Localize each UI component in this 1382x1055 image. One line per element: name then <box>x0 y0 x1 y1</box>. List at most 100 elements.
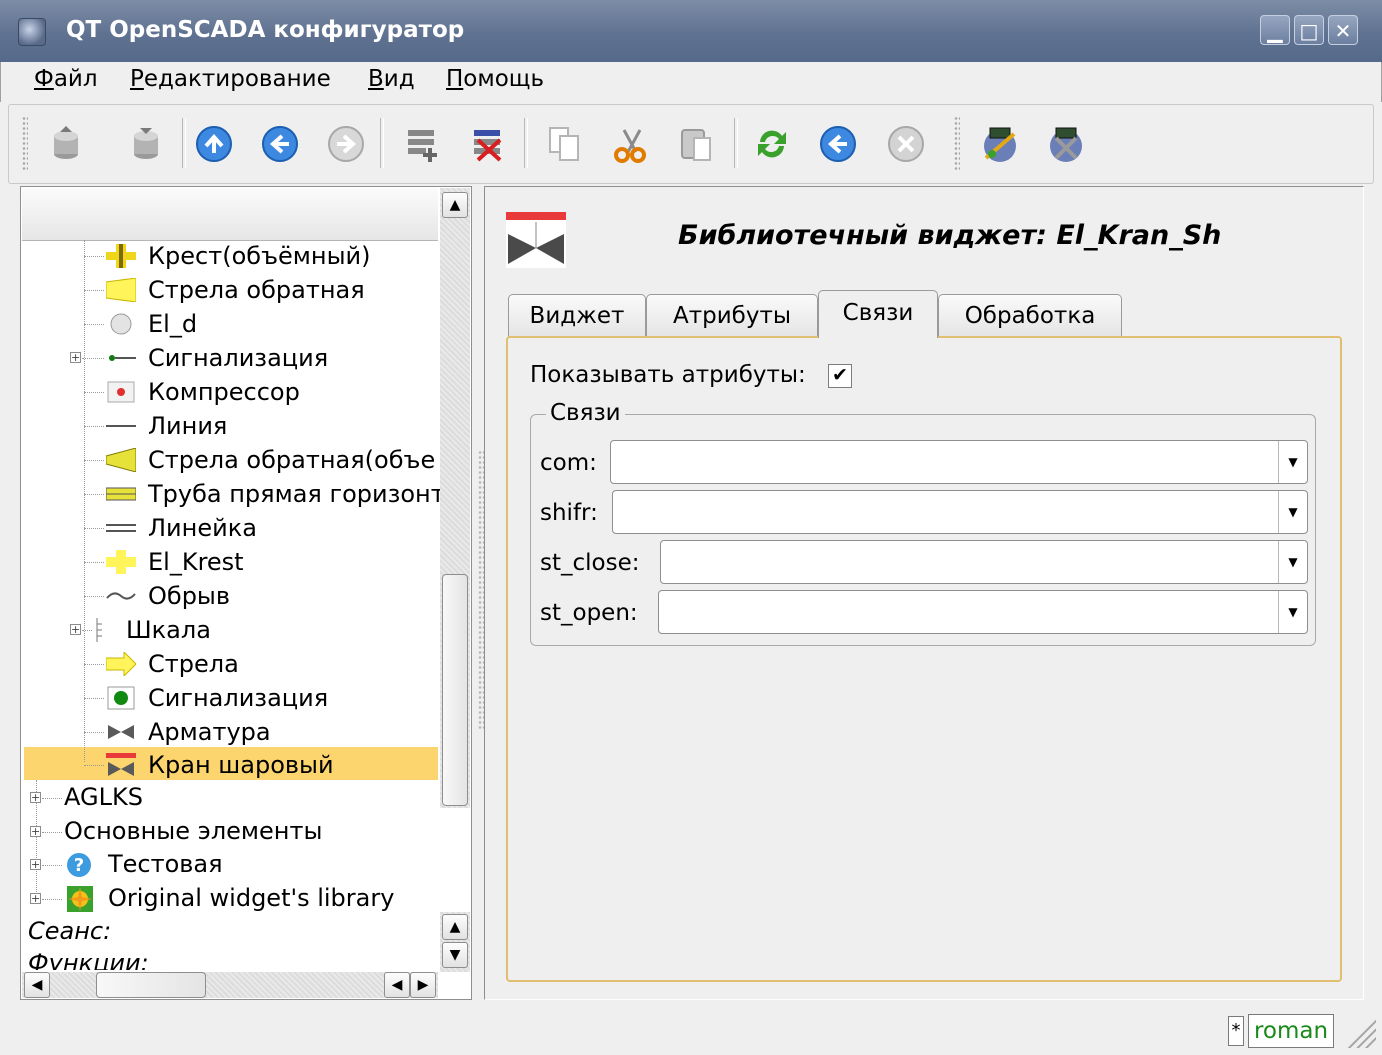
tree-expander[interactable]: + <box>30 826 41 837</box>
tree-item-label: Компрессор <box>148 378 300 406</box>
up-icon[interactable] <box>194 124 234 164</box>
scroll-right-button[interactable]: ▶ <box>410 972 436 998</box>
tree-item-label: Тестовая <box>108 850 223 878</box>
show-attributes-label: Показывать атрибуты: <box>530 362 806 388</box>
tree-item-label: Труба прямая горизонт <box>148 480 445 508</box>
scrollbar-handle[interactable] <box>442 574 468 806</box>
link-st-close-combo[interactable]: ▼ <box>660 540 1308 584</box>
toolbar-grip[interactable] <box>954 116 960 172</box>
widget-title: Библиотечный виджет: El_Kran_Sh <box>678 220 1222 251</box>
cross-icon <box>106 550 136 574</box>
close-button[interactable]: ✕ <box>1328 15 1358 45</box>
tree-item-label: Стрела <box>148 650 239 678</box>
menu-edit[interactable]: Редактирование <box>130 66 331 92</box>
add-item-icon[interactable] <box>402 124 442 164</box>
vision-editor-icon[interactable] <box>980 124 1020 164</box>
tab-processing[interactable]: Обработка <box>938 294 1122 338</box>
tree-expander[interactable]: + <box>30 792 41 803</box>
signal-line-icon <box>109 355 136 361</box>
tree-item-label: Крест(объёмный) <box>148 242 371 270</box>
link-label: shifr: <box>540 500 598 526</box>
show-attributes-checkbox[interactable]: ✔ <box>828 364 852 388</box>
help-icon: ? <box>67 853 91 877</box>
db-load-icon[interactable] <box>46 124 86 164</box>
menu-file[interactable]: Файл <box>34 66 98 92</box>
scroll-up-button[interactable]: ▲ <box>442 914 468 940</box>
chevron-down-icon[interactable]: ▼ <box>1278 541 1307 583</box>
link-label: st_open: <box>540 600 638 626</box>
toolbar-separator <box>380 118 384 168</box>
tree-section-session: Сеанс: <box>28 917 112 945</box>
stop-icon[interactable] <box>886 124 926 164</box>
link-com-combo[interactable]: ▼ <box>610 440 1308 484</box>
tree-section-functions: Функции: <box>28 949 149 970</box>
paste-icon[interactable] <box>676 124 716 164</box>
scale-icon <box>96 618 102 642</box>
cut-icon[interactable] <box>610 124 650 164</box>
svg-text:?: ? <box>74 855 84 876</box>
link-shifr-combo[interactable]: ▼ <box>612 490 1308 534</box>
tree-expander[interactable]: + <box>30 859 41 870</box>
menu-help[interactable]: Помощь <box>446 66 544 92</box>
link-st-open-combo[interactable]: ▼ <box>658 590 1308 634</box>
tree-guide-line <box>84 240 85 762</box>
scroll-down-button[interactable]: ▼ <box>442 942 468 968</box>
toolbar-separator <box>524 118 528 168</box>
toolbar-separator <box>734 118 738 168</box>
toolbar-separator <box>182 118 186 168</box>
user-indicator[interactable]: roman <box>1248 1014 1334 1048</box>
scroll-left-button[interactable]: ◀ <box>384 972 410 998</box>
chevron-down-icon[interactable]: ▼ <box>1278 591 1307 633</box>
scrollbar-handle[interactable] <box>96 972 206 998</box>
refresh-icon[interactable] <box>752 124 792 164</box>
tree-expander[interactable]: + <box>30 893 41 904</box>
tree-item-label: Original widget's library <box>108 884 395 912</box>
tab-widget[interactable]: Виджет <box>508 294 646 338</box>
tree-item-label: El_Krest <box>148 548 244 576</box>
copy-icon[interactable] <box>544 124 584 164</box>
tree-expander[interactable]: + <box>70 624 81 635</box>
tree-item-label: Кран шаровый <box>148 751 334 779</box>
window-title: QT OpenSCADA конфигуратор <box>66 17 465 43</box>
resize-grip[interactable] <box>1340 1012 1376 1048</box>
minimize-button[interactable]: ▁ <box>1260 15 1290 45</box>
chevron-down-icon[interactable]: ▼ <box>1278 441 1307 483</box>
pipe-icon <box>106 487 136 501</box>
tab-links[interactable]: Связи <box>818 290 938 338</box>
widget-icon <box>506 212 566 268</box>
reverse-arrow-3d-icon <box>106 448 136 472</box>
link-label: com: <box>540 450 597 476</box>
cross-3d-icon <box>106 244 136 268</box>
break-icon <box>106 592 136 600</box>
tree-item-label: Шкала <box>126 616 211 644</box>
compressor-icon <box>107 381 135 403</box>
signal-lamp-icon <box>107 686 135 710</box>
tree-item-label: Сигнализация <box>148 344 329 372</box>
start-icon[interactable] <box>818 124 858 164</box>
tab-attributes[interactable]: Атрибуты <box>646 294 818 338</box>
library-icon <box>67 886 93 912</box>
ruler-icon <box>106 524 136 532</box>
menu-view[interactable]: Вид <box>368 66 415 92</box>
tree-expander[interactable]: + <box>70 352 81 363</box>
scroll-left-button[interactable]: ◀ <box>24 972 50 998</box>
tree-item-label: Обрыв <box>148 582 231 610</box>
tree-item-label: Основные элементы <box>64 817 323 845</box>
maximize-button[interactable]: □ <box>1294 15 1324 45</box>
tree-item-label: Линия <box>148 412 228 440</box>
tree-horizontal-scrollbar[interactable] <box>22 972 438 998</box>
toolbar-grip[interactable] <box>22 116 28 172</box>
forward-icon[interactable] <box>326 124 366 164</box>
chevron-down-icon[interactable]: ▼ <box>1278 491 1307 533</box>
valve-icon <box>108 725 134 739</box>
tree-item-label: AGLKS <box>64 783 143 811</box>
scroll-up-button[interactable]: ▲ <box>442 192 468 218</box>
line-icon <box>106 425 136 427</box>
db-save-icon[interactable] <box>126 124 166 164</box>
vision-runtime-icon[interactable] <box>1046 124 1086 164</box>
back-icon[interactable] <box>260 124 300 164</box>
app-icon[interactable] <box>18 18 46 46</box>
tree-item-label: Стрела обратная(объе <box>148 446 436 474</box>
reverse-arrow-icon <box>106 278 136 302</box>
delete-item-icon[interactable] <box>468 124 508 164</box>
